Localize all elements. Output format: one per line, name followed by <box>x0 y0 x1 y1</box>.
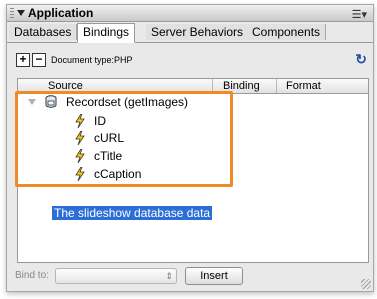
tab-bar: Databases Bindings Server Behaviors Comp… <box>7 22 373 43</box>
collapse-triangle-icon[interactable] <box>17 10 25 16</box>
tab-components[interactable]: Components <box>247 24 327 40</box>
select-arrows-icon: ⇕ <box>165 271 173 281</box>
tab-server-behaviors[interactable]: Server Behaviors <box>146 24 250 40</box>
bind-to-label: Bind to: <box>15 270 49 281</box>
toolbar: + − Document type:PHP ↻ <box>7 43 373 77</box>
document-type-label: Document type:PHP <box>51 55 133 65</box>
annotation-caption: The slideshow database data <box>52 206 213 220</box>
panel-titlebar[interactable]: Application ☰▾ <box>7 5 373 22</box>
tab-bindings[interactable]: Bindings <box>77 23 136 43</box>
remove-binding-button[interactable]: − <box>32 53 46 67</box>
bind-to-select[interactable]: ⇕ <box>55 268 177 284</box>
column-format[interactable]: Format <box>286 80 321 92</box>
bottom-bar: Bind to: ⇕ Insert <box>7 263 373 291</box>
refresh-icon[interactable]: ↻ <box>355 51 367 68</box>
column-divider[interactable] <box>276 79 277 93</box>
resize-grip-icon[interactable] <box>361 279 371 289</box>
drag-grip[interactable] <box>10 8 14 18</box>
add-binding-button[interactable]: + <box>16 53 30 67</box>
tab-databases[interactable]: Databases <box>9 24 78 40</box>
annotation-highlight-box <box>15 91 233 187</box>
insert-button[interactable]: Insert <box>185 267 243 285</box>
options-menu-icon[interactable]: ☰▾ <box>352 8 367 21</box>
panel-title: Application <box>28 6 94 20</box>
